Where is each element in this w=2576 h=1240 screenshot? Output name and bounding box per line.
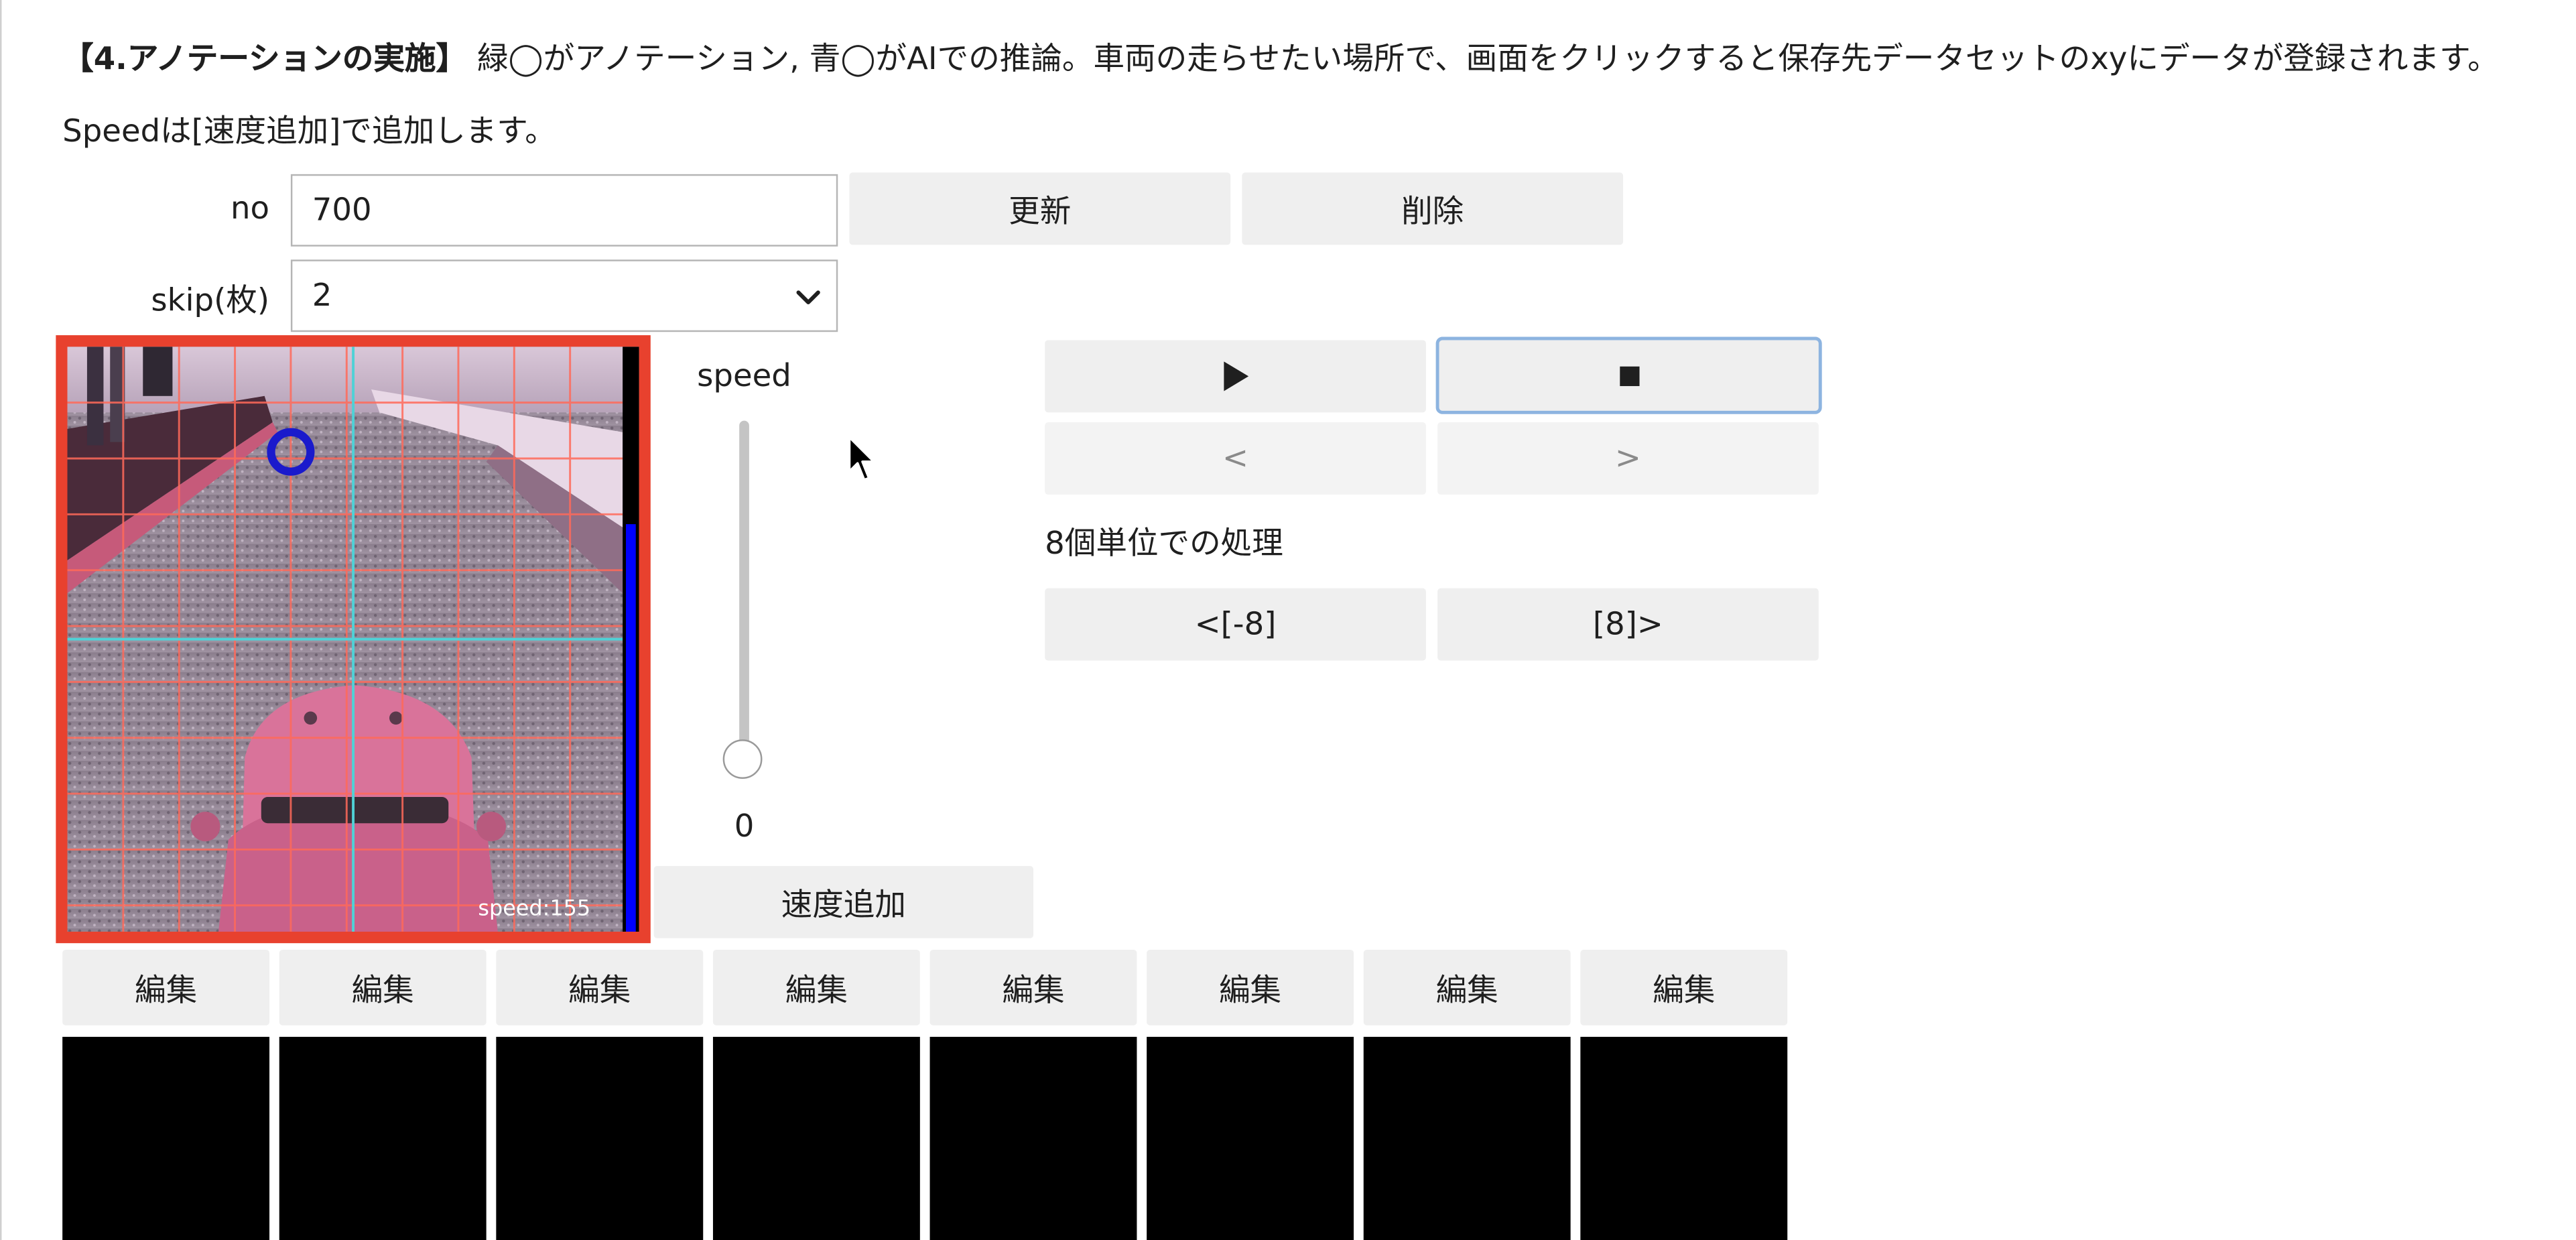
speed-slider-track[interactable]	[739, 420, 749, 759]
camera-frame[interactable]: speed:155	[56, 335, 651, 944]
background-person	[143, 347, 173, 396]
frame-thumbnail-3[interactable]	[496, 1036, 704, 1240]
no-input[interactable]: 700	[290, 174, 838, 247]
speed-slider-thumb[interactable]	[722, 739, 763, 780]
car-mirror-right	[476, 812, 507, 842]
left-border	[0, 0, 2, 1240]
stop-button[interactable]	[1435, 336, 1822, 414]
car-mirror-left	[190, 812, 220, 842]
no-label: no	[231, 190, 270, 227]
frame-thumbnail-2[interactable]	[279, 1036, 487, 1240]
edit-button-7[interactable]: 編集	[1363, 949, 1571, 1026]
car-detail-left	[304, 711, 318, 725]
frame-thumbnail-5[interactable]	[929, 1036, 1137, 1240]
frame-thumbnail-4[interactable]	[712, 1036, 920, 1240]
camera-image[interactable]: speed:155	[67, 347, 639, 932]
stop-icon	[1618, 365, 1639, 385]
frame-thumbnail-8[interactable]	[1580, 1036, 1788, 1240]
speed-bar-fill	[626, 524, 636, 932]
skip-label: skip(枚)	[151, 282, 270, 319]
update-button[interactable]: 更新	[849, 172, 1231, 245]
frame-thumbnail-7[interactable]	[1363, 1036, 1571, 1240]
skip-select-value: 2	[312, 277, 332, 314]
prev-frame-button[interactable]: <	[1045, 422, 1426, 495]
edit-button-6[interactable]: 編集	[1147, 949, 1354, 1026]
edit-button-3[interactable]: 編集	[496, 949, 704, 1026]
play-button[interactable]	[1045, 340, 1426, 413]
chevron-down-icon	[796, 290, 820, 305]
edit-button-8[interactable]: 編集	[1580, 949, 1788, 1026]
speed-label: speed	[697, 358, 791, 395]
car-windshield	[261, 796, 449, 824]
instructions-text: 【4.アノテーションの実施】 緑◯がアノテーション, 青◯がAIでの推論。車両の…	[62, 23, 2543, 168]
instructions-heading: 【4.アノテーションの実施】	[62, 41, 468, 78]
play-icon	[1224, 361, 1249, 391]
car-detail-right	[389, 711, 403, 725]
edit-button-4[interactable]: 編集	[712, 949, 920, 1026]
delete-button[interactable]: 削除	[1242, 172, 1624, 245]
prev-8-button[interactable]: <[-8]	[1045, 588, 1426, 661]
next-8-button[interactable]: [8]>	[1437, 588, 1819, 661]
speed-overlay-text: speed:155	[478, 895, 590, 920]
edit-button-1[interactable]: 編集	[62, 949, 270, 1026]
batch-section-label: 8個単位での処理	[1045, 525, 1283, 562]
annotation-page: 【4.アノテーションの実施】 緑◯がアノテーション, 青◯がAIでの推論。車両の…	[0, 0, 2576, 1240]
edit-button-5[interactable]: 編集	[929, 949, 1137, 1026]
edit-button-2[interactable]: 編集	[279, 949, 487, 1026]
frame-thumbnail-6[interactable]	[1147, 1036, 1354, 1240]
mouse-cursor-icon	[848, 436, 876, 481]
frame-thumbnail-1[interactable]	[62, 1036, 270, 1240]
speed-value: 0	[734, 808, 755, 845]
no-input-value: 700	[312, 192, 372, 229]
skip-select[interactable]: 2	[290, 259, 838, 332]
person-leg-left	[86, 347, 104, 446]
next-frame-button[interactable]: >	[1437, 422, 1819, 495]
add-speed-button[interactable]: 速度追加	[653, 865, 1033, 938]
